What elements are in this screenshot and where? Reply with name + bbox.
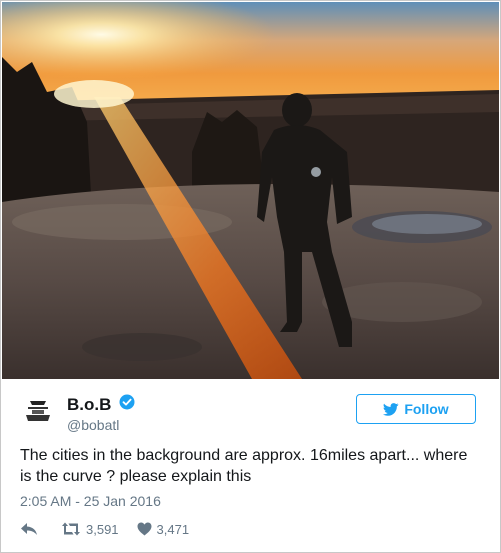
tweet-header: B.o.B @bobatl Follow xyxy=(1,379,500,439)
user-handle[interactable]: @bobatl xyxy=(67,416,135,434)
verified-badge-icon xyxy=(119,394,135,415)
sunset-photo-image xyxy=(2,2,499,379)
twitter-bird-icon xyxy=(383,402,399,416)
reply-icon xyxy=(21,523,37,535)
tweet-timestamp[interactable]: 2:05 AM - 25 Jan 2016 xyxy=(20,493,161,509)
like-count: 3,471 xyxy=(156,521,190,537)
author-names[interactable]: B.o.B @bobatl xyxy=(67,394,135,434)
tweet-card: B.o.B @bobatl Follow The cities in the b… xyxy=(0,0,501,553)
tweet-actions: 3,591 3,471 xyxy=(20,518,207,540)
display-name[interactable]: B.o.B xyxy=(67,395,111,415)
tweet-text: The cities in the background are approx.… xyxy=(20,447,468,485)
reply-button[interactable] xyxy=(20,522,43,536)
like-button[interactable]: 3,471 xyxy=(137,521,190,537)
avatar[interactable] xyxy=(20,393,56,429)
retweet-count: 3,591 xyxy=(86,521,119,537)
retweet-button[interactable]: 3,591 xyxy=(61,522,119,537)
retweet-icon xyxy=(62,522,80,536)
follow-button[interactable]: Follow xyxy=(356,394,476,424)
avatar-image xyxy=(20,393,56,429)
follow-label: Follow xyxy=(404,401,449,417)
heart-icon xyxy=(137,522,152,536)
tweet-photo[interactable] xyxy=(2,2,499,379)
